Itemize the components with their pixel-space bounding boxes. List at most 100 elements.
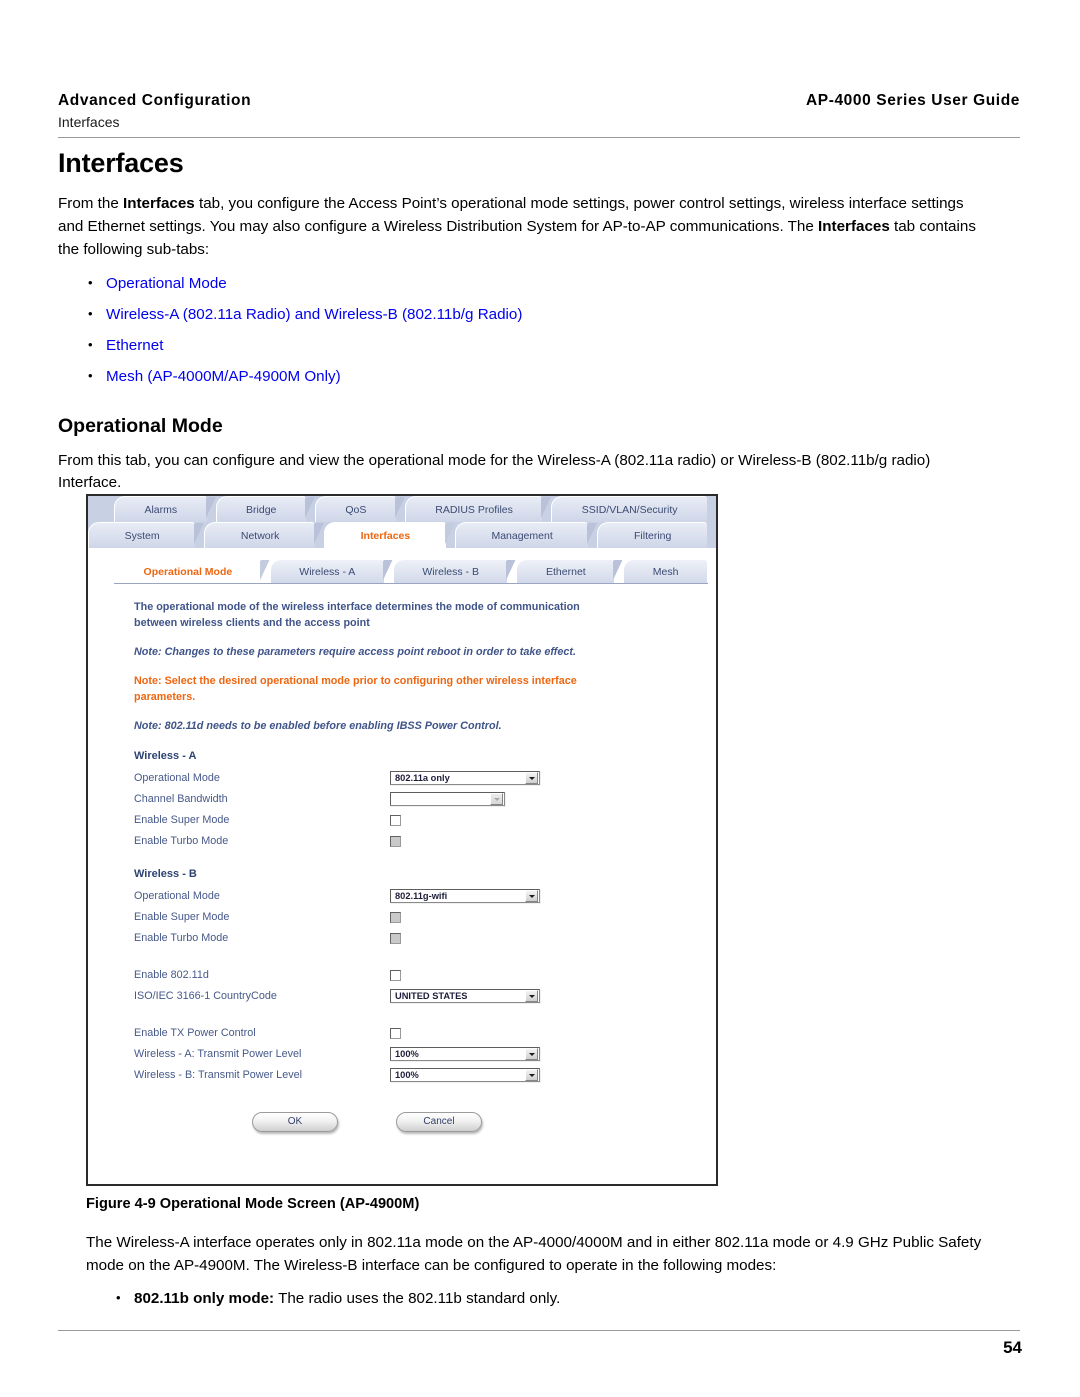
select-wireless-b-operational-mode[interactable]: 802.11g-wifi xyxy=(390,889,540,904)
checkbox-wireless-b-turbo-mode[interactable] xyxy=(390,932,401,944)
link-ethernet[interactable]: Ethernet xyxy=(58,335,1020,358)
tab-system[interactable]: System xyxy=(88,522,205,548)
tab-radius-profiles[interactable]: RADIUS Profiles xyxy=(404,496,551,522)
row-wireless-a-transmit-power: Wireless - A: Transmit Power Level 100% xyxy=(134,1044,716,1065)
tab-bridge[interactable]: Bridge xyxy=(215,496,316,522)
row-wireless-a-channel-bandwidth: Channel Bandwidth xyxy=(134,789,716,810)
figure-caption: Figure 4-9 Operational Mode Screen (AP-4… xyxy=(86,1196,420,1212)
trailing-content: The Wireless-A interface operates only i… xyxy=(86,1232,1022,1310)
subtab-ethernet[interactable]: Ethernet xyxy=(516,559,623,583)
row-enable-tx-power-control: Enable TX Power Control xyxy=(134,1023,716,1044)
subtab-label: Wireless - A xyxy=(299,565,356,578)
footer-divider xyxy=(58,1330,1020,1331)
row-wireless-a-turbo-mode: Enable Turbo Mode xyxy=(134,831,716,852)
link-operational-mode[interactable]: Operational Mode xyxy=(58,273,1020,296)
tab-network[interactable]: Network xyxy=(204,522,324,548)
tab-label: SSID/VLAN/Security xyxy=(581,503,678,516)
label-wireless-a-turbo-mode: Enable Turbo Mode xyxy=(134,835,229,848)
tab-management[interactable]: Management xyxy=(454,522,597,548)
main-tab-row: System Network Interfaces Management Fil… xyxy=(88,522,716,548)
label-enable-tx-power-control: Enable TX Power Control xyxy=(134,1027,256,1040)
tab-filtering[interactable]: Filtering xyxy=(597,522,707,548)
ok-button[interactable]: OK xyxy=(252,1111,338,1132)
chevron-down-icon xyxy=(525,772,538,785)
header-left-title: Advanced Configuration xyxy=(58,92,252,109)
subtab-wireless-b[interactable]: Wireless - B xyxy=(392,559,517,583)
wireless-b-section: Wireless - B Operational Mode 802.11g-wi… xyxy=(134,868,716,949)
intro-text-d: Interfaces xyxy=(818,217,890,235)
tab-label: Management xyxy=(491,529,553,542)
checkbox-wireless-b-super-mode[interactable] xyxy=(390,911,401,923)
section-heading-operational-mode: Operational Mode xyxy=(58,414,223,437)
label-wireless-b-operational-mode: Operational Mode xyxy=(134,890,220,903)
panel-note-80211d: Note: 802.11d needs to be enabled before… xyxy=(134,719,502,732)
subtab-label: Ethernet xyxy=(546,565,586,578)
section-paragraph: From this tab, you can configure and vie… xyxy=(58,451,931,492)
intro-paragraph: From the Interfaces tab, you configure t… xyxy=(58,193,990,261)
select-value: 802.11a only xyxy=(395,773,450,784)
select-country-code[interactable]: UNITED STATES xyxy=(390,989,540,1004)
tab-strip: Alarms Bridge QoS RADIUS Profiles SSID/V… xyxy=(88,496,716,548)
chevron-down-icon xyxy=(525,990,538,1003)
header-right-title: AP-4000 Series User Guide xyxy=(805,92,1020,109)
tab-label: RADIUS Profiles xyxy=(435,503,513,516)
panel-note-reboot: Note: Changes to these parameters requir… xyxy=(134,646,576,659)
label-enable-80211d: Enable 802.11d xyxy=(134,969,209,982)
subtab-mesh[interactable]: Mesh xyxy=(623,559,707,583)
select-wireless-a-channel-bandwidth[interactable] xyxy=(390,792,505,807)
link-label: Wireless-A (802.11a Radio) and Wireless-… xyxy=(106,306,523,324)
intro-text-b: Interfaces xyxy=(123,195,195,212)
tab-label: QoS xyxy=(345,503,367,516)
sub-tab-link-list: Operational Mode Wireless-A (802.11a Rad… xyxy=(58,273,1020,388)
panel-note-select-mode: Note: Select the desired operational mod… xyxy=(134,675,577,703)
tab-label: Bridge xyxy=(246,503,277,516)
checkbox-wireless-a-turbo-mode[interactable] xyxy=(390,835,401,847)
label-wireless-a-transmit-power: Wireless - A: Transmit Power Level xyxy=(134,1048,302,1061)
checkbox-enable-tx-power-control[interactable] xyxy=(390,1027,401,1039)
cancel-button[interactable]: Cancel xyxy=(396,1111,482,1132)
subtab-label: Wireless - B xyxy=(422,565,479,578)
select-wireless-b-transmit-power[interactable]: 100% xyxy=(390,1068,540,1083)
link-wireless-a-b[interactable]: Wireless-A (802.11a Radio) and Wireless-… xyxy=(58,304,1020,327)
sub-tab-row: Operational Mode Wireless - A Wireless -… xyxy=(114,559,716,583)
mode-name: 802.11b only mode: xyxy=(134,1289,275,1307)
header-divider xyxy=(58,137,1020,138)
document-body: Interfaces From the Interfaces tab, you … xyxy=(58,148,1020,499)
select-wireless-a-transmit-power[interactable]: 100% xyxy=(390,1047,540,1062)
wireless-a-section: Wireless - A Operational Mode 802.11a on… xyxy=(134,750,716,852)
tab-label: System xyxy=(124,529,160,542)
tab-ssid-vlan-security[interactable]: SSID/VLAN/Security xyxy=(551,496,707,522)
checkbox-enable-80211d[interactable] xyxy=(390,969,401,981)
tab-label: Filtering xyxy=(633,529,672,542)
checkbox-wireless-a-super-mode[interactable] xyxy=(390,814,401,826)
tab-label: Network xyxy=(240,529,280,542)
settings-panel: The operational mode of the wireless int… xyxy=(88,584,716,1132)
tab-interfaces[interactable]: Interfaces xyxy=(324,522,455,548)
label-wireless-b-turbo-mode: Enable Turbo Mode xyxy=(134,932,229,945)
chevron-down-icon xyxy=(525,890,538,903)
tab-label: Interfaces xyxy=(360,529,411,542)
page-number: 54 xyxy=(1003,1338,1022,1357)
mode-description: The radio uses the 802.11b standard only… xyxy=(274,1289,561,1307)
row-wireless-a-super-mode: Enable Super Mode xyxy=(134,810,716,831)
subtab-wireless-a[interactable]: Wireless - A xyxy=(269,559,393,583)
row-wireless-b-transmit-power: Wireless - B: Transmit Power Level 100% xyxy=(134,1065,716,1086)
modes-list: 802.11b only mode: The radio uses the 80… xyxy=(86,1288,1022,1311)
subtab-operational-mode[interactable]: Operational Mode xyxy=(114,559,270,583)
chevron-down-icon xyxy=(525,1069,538,1082)
tab-alarms[interactable]: Alarms xyxy=(114,496,216,522)
select-value: 802.11g-wifi xyxy=(395,891,448,902)
button-label: OK xyxy=(287,1116,303,1128)
button-label: Cancel xyxy=(423,1116,455,1128)
link-mesh[interactable]: Mesh (AP-4000M/AP-4900M Only) xyxy=(58,366,1020,389)
country-section: Enable 802.11d ISO/IEC 3166-1 CountryCod… xyxy=(134,965,716,1007)
label-country-code: ISO/IEC 3166-1 CountryCode xyxy=(134,990,277,1003)
label-wireless-a-super-mode: Enable Super Mode xyxy=(134,814,230,827)
row-wireless-a-operational-mode: Operational Mode 802.11a only xyxy=(134,768,716,789)
link-label: Operational Mode xyxy=(106,275,227,293)
label-wireless-a-operational-mode: Operational Mode xyxy=(134,772,220,785)
row-wireless-b-turbo-mode: Enable Turbo Mode xyxy=(134,928,716,949)
select-wireless-a-operational-mode[interactable]: 802.11a only xyxy=(390,771,540,786)
tab-qos[interactable]: QoS xyxy=(314,496,405,522)
top-tab-row: Alarms Bridge QoS RADIUS Profiles SSID/V… xyxy=(88,496,716,522)
